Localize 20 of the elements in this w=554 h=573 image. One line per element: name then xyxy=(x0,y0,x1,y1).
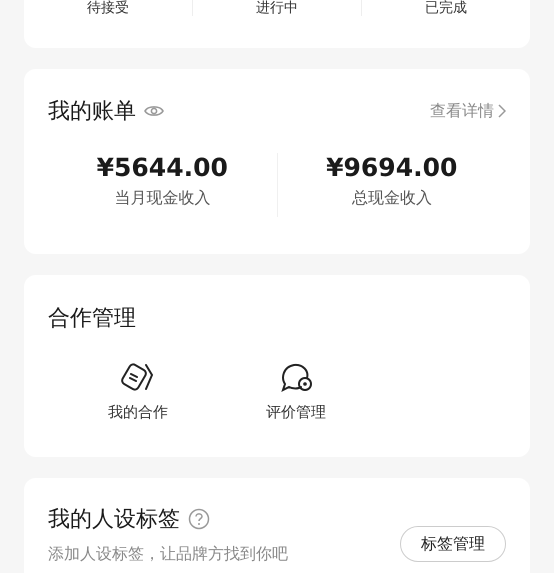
cards-icon xyxy=(121,361,155,393)
income-label: 当月现金收入 xyxy=(114,188,210,209)
income-amount: ¥9694.00 xyxy=(326,153,458,182)
section-title: 合作管理 xyxy=(48,305,136,333)
manage-tags-button[interactable]: 标签管理 xyxy=(400,526,506,562)
income-amount: ¥5644.00 xyxy=(96,153,228,182)
order-status-tab[interactable]: 待接受 xyxy=(87,0,129,16)
view-details-link[interactable]: 查看详情 xyxy=(430,100,506,122)
tags-hint: 添加人设标签，让品牌方找到你吧 xyxy=(48,544,288,565)
cooperation-entry[interactable]: 我的合作 xyxy=(88,361,188,422)
order-status-tab[interactable]: 进行中 xyxy=(256,0,298,16)
order-status-tab[interactable]: 已完成 xyxy=(425,0,467,16)
cooperation-entry[interactable]: 评价管理 xyxy=(246,361,346,422)
chevron-right-icon xyxy=(498,104,506,118)
income-label: 总现金收入 xyxy=(352,188,432,209)
eye-icon[interactable] xyxy=(144,104,164,118)
help-icon[interactable] xyxy=(188,508,210,530)
chat-icon xyxy=(279,361,313,393)
section-title: 我的账单 xyxy=(48,98,136,126)
section-title: 我的人设标签 xyxy=(48,506,180,534)
